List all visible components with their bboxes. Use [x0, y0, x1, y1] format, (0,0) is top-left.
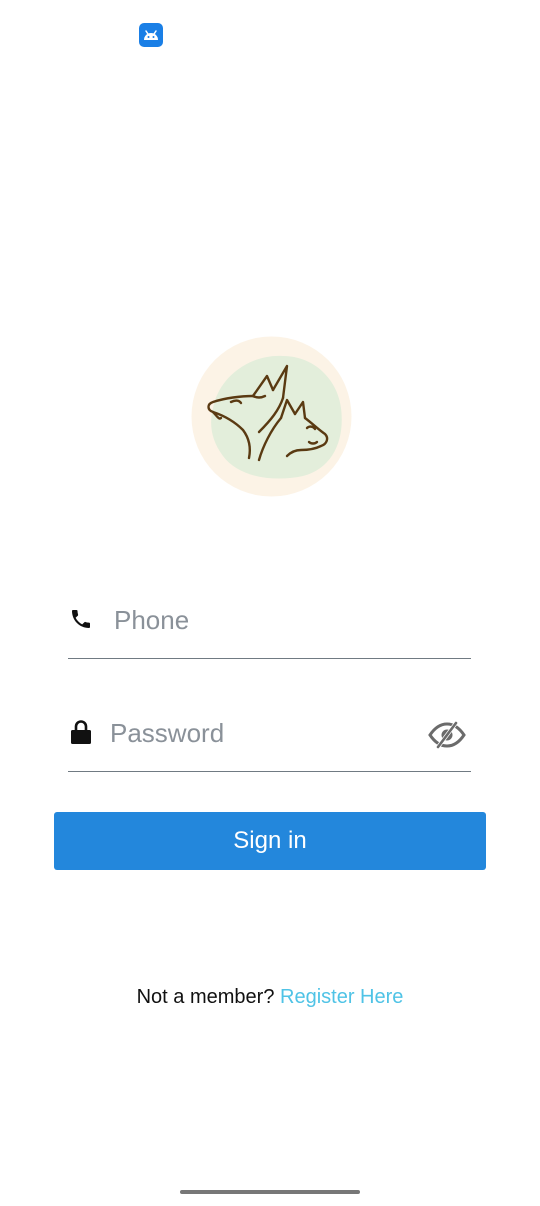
lock-icon — [68, 719, 94, 745]
phone-icon — [68, 606, 94, 632]
gesture-nav-handle[interactable] — [180, 1190, 360, 1194]
android-app-icon — [139, 23, 163, 47]
password-field — [68, 711, 471, 772]
register-here-link[interactable]: Register Here — [280, 986, 403, 1008]
password-input[interactable] — [110, 711, 410, 755]
dog-and-cat-logo — [191, 336, 352, 497]
phone-field — [68, 598, 471, 659]
register-row: Not a member? Register Here — [0, 986, 540, 1009]
eye-off-icon[interactable] — [427, 719, 467, 751]
phone-input[interactable] — [114, 598, 454, 642]
register-prompt: Not a member? — [136, 986, 280, 1008]
sign-in-button[interactable]: Sign in — [54, 812, 486, 870]
